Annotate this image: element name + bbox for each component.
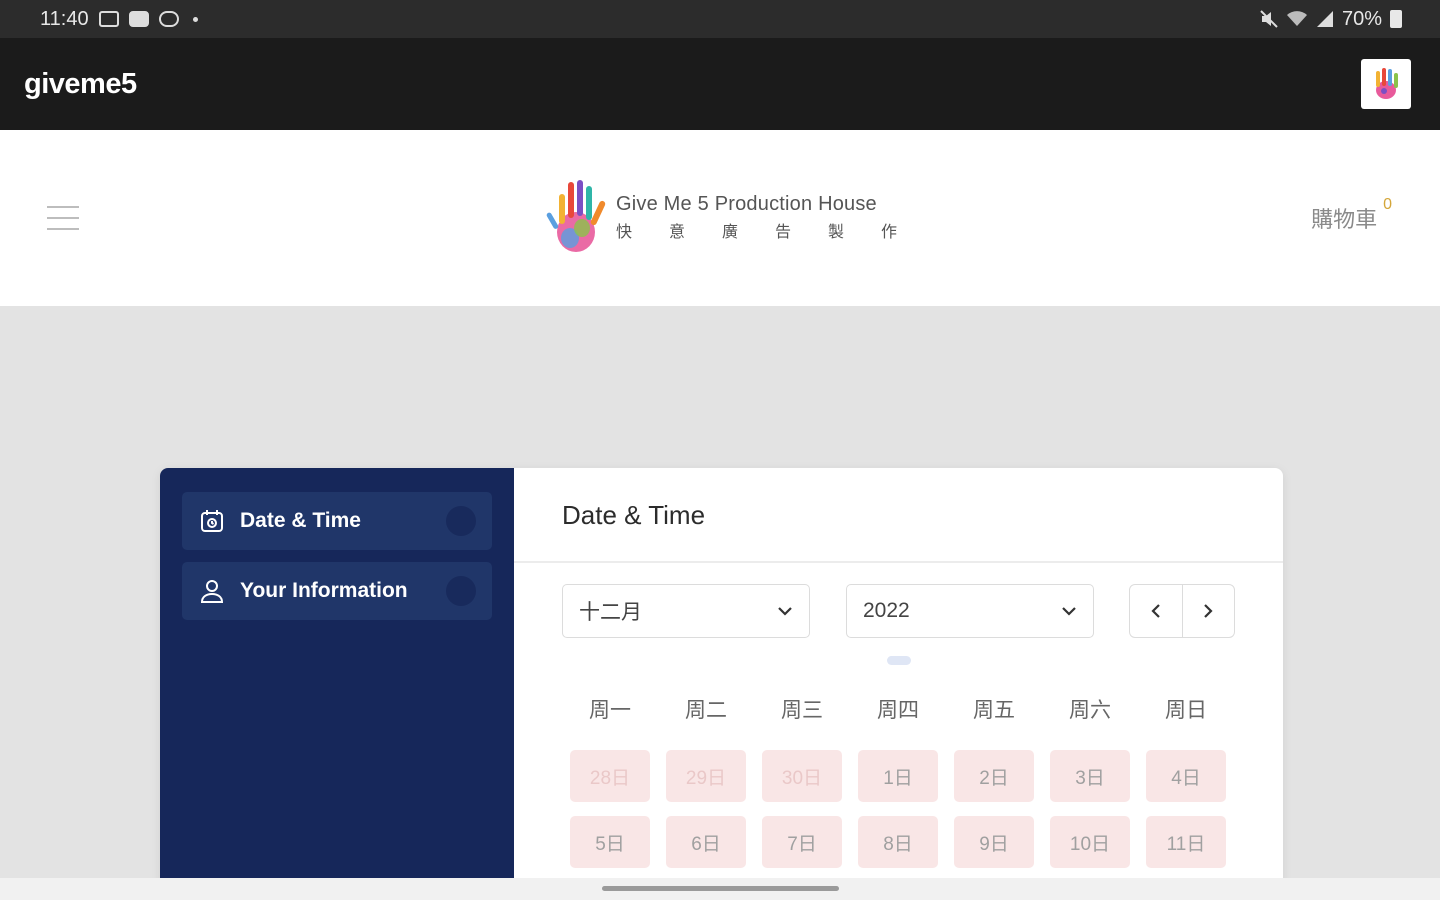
weekday-label: 周日 bbox=[1165, 699, 1207, 722]
calendar-day[interactable]: 6日 bbox=[666, 816, 746, 868]
wifi-icon bbox=[1286, 11, 1307, 26]
step-label: Your Information bbox=[240, 579, 408, 602]
chevron-left-icon bbox=[1151, 604, 1160, 618]
calendar-day[interactable]: 11日 bbox=[1146, 816, 1226, 868]
cart-label: 購物車 bbox=[1311, 207, 1378, 232]
signal-icon bbox=[1316, 11, 1333, 27]
calendar-day[interactable]: 29日 bbox=[666, 750, 746, 802]
status-time: 11:40 bbox=[40, 7, 89, 30]
calendar-clock-icon bbox=[198, 507, 226, 535]
menu-line bbox=[47, 228, 79, 230]
weekday-header: 周一 周二 周三 周四 周五 周六 周日 bbox=[570, 694, 1226, 724]
image-icon bbox=[98, 11, 119, 27]
status-right: 70% bbox=[1260, 8, 1402, 31]
year-value: 2022 bbox=[863, 599, 910, 622]
calendar-day[interactable]: 3日 bbox=[1050, 750, 1130, 802]
step-status-indicator bbox=[446, 576, 476, 606]
youtube-icon bbox=[128, 11, 149, 27]
divider bbox=[514, 561, 1283, 563]
system-nav-bar bbox=[0, 878, 1440, 900]
menu-icon[interactable] bbox=[47, 206, 79, 230]
chevron-right-icon bbox=[1204, 604, 1213, 618]
battery-percent: 70% bbox=[1341, 7, 1382, 30]
site-header: Give Me 5 Production House 快意廣告製作 購物車 0 bbox=[0, 130, 1440, 306]
weekday-label: 周一 bbox=[589, 699, 631, 722]
month-nav bbox=[1129, 584, 1235, 638]
gesture-handle[interactable] bbox=[602, 886, 839, 891]
weekday-label: 周三 bbox=[781, 699, 823, 722]
cart-link[interactable]: 購物車 0 bbox=[1311, 196, 1392, 234]
booking-steps-sidebar: Date & Time Your Information bbox=[160, 468, 514, 900]
month-select[interactable]: 十二月 bbox=[562, 584, 810, 638]
status-bar: 11:40 70% bbox=[0, 0, 1440, 38]
step-label: Date & Time bbox=[240, 509, 361, 532]
weekday-label: 周五 bbox=[973, 699, 1015, 722]
calendar-day[interactable]: 7日 bbox=[762, 816, 842, 868]
calendar-day[interactable]: 8日 bbox=[858, 816, 938, 868]
weekday-label: 周二 bbox=[685, 699, 727, 722]
calendar-day[interactable]: 1日 bbox=[858, 750, 938, 802]
logo-text: Give Me 5 Production House 快意廣告製作 bbox=[616, 193, 934, 242]
app-bar: giveme5 bbox=[0, 38, 1440, 130]
booking-main-panel: Date & Time 十二月 2022 周一 周二 周三 周四 周五 周六 周日 28日 2… bbox=[514, 468, 1283, 900]
calendar-day[interactable]: 10日 bbox=[1050, 816, 1130, 868]
booking-widget: Date & Time Your Information Date & Time… bbox=[160, 468, 1283, 900]
calendar-day[interactable]: 4日 bbox=[1146, 750, 1226, 802]
calendar-days: 28日 29日 30日 1日 2日 3日 4日 5日 6日 7日 8日 9日 10日 11日 bbox=[570, 750, 1226, 868]
giveme5-hand-logo-icon[interactable] bbox=[1361, 59, 1411, 109]
calendar-day[interactable]: 2日 bbox=[954, 750, 1034, 802]
next-month-button[interactable] bbox=[1181, 585, 1235, 637]
user-icon bbox=[198, 577, 226, 605]
prev-month-button[interactable] bbox=[1130, 585, 1182, 637]
site-logo[interactable]: Give Me 5 Production House 快意廣告製作 bbox=[546, 176, 934, 258]
weekday-label: 周四 bbox=[877, 699, 919, 722]
panel-title: Date & Time bbox=[562, 500, 706, 530]
notification-dot-icon bbox=[192, 16, 198, 22]
status-left: 11:40 bbox=[40, 8, 198, 31]
step-your-information[interactable]: Your Information bbox=[182, 562, 492, 620]
battery-icon bbox=[1390, 10, 1402, 28]
logo-chinese: 快意廣告製作 bbox=[616, 223, 935, 241]
menu-line bbox=[47, 206, 79, 208]
calendar-day[interactable]: 28日 bbox=[570, 750, 650, 802]
menu-line bbox=[47, 217, 79, 219]
mute-icon bbox=[1260, 10, 1278, 28]
step-status-indicator bbox=[446, 506, 476, 536]
calendar-day[interactable]: 9日 bbox=[954, 816, 1034, 868]
month-value: 十二月 bbox=[579, 601, 642, 624]
weekday-label: 周六 bbox=[1069, 699, 1111, 722]
chevron-down-icon bbox=[1062, 607, 1076, 616]
logo-english: Give Me 5 Production House bbox=[616, 192, 877, 215]
calendar-day[interactable]: 5日 bbox=[570, 816, 650, 868]
calendar-day[interactable]: 30日 bbox=[762, 750, 842, 802]
year-select[interactable]: 2022 bbox=[846, 584, 1094, 638]
chevron-down-icon bbox=[778, 607, 792, 616]
app-title: giveme5 bbox=[24, 67, 137, 100]
step-date-time[interactable]: Date & Time bbox=[182, 492, 492, 550]
loading-indicator bbox=[887, 656, 911, 665]
colorful-hand-logo-icon bbox=[546, 180, 606, 252]
cloud-icon bbox=[158, 11, 179, 27]
cart-count-badge: 0 bbox=[1383, 196, 1392, 213]
